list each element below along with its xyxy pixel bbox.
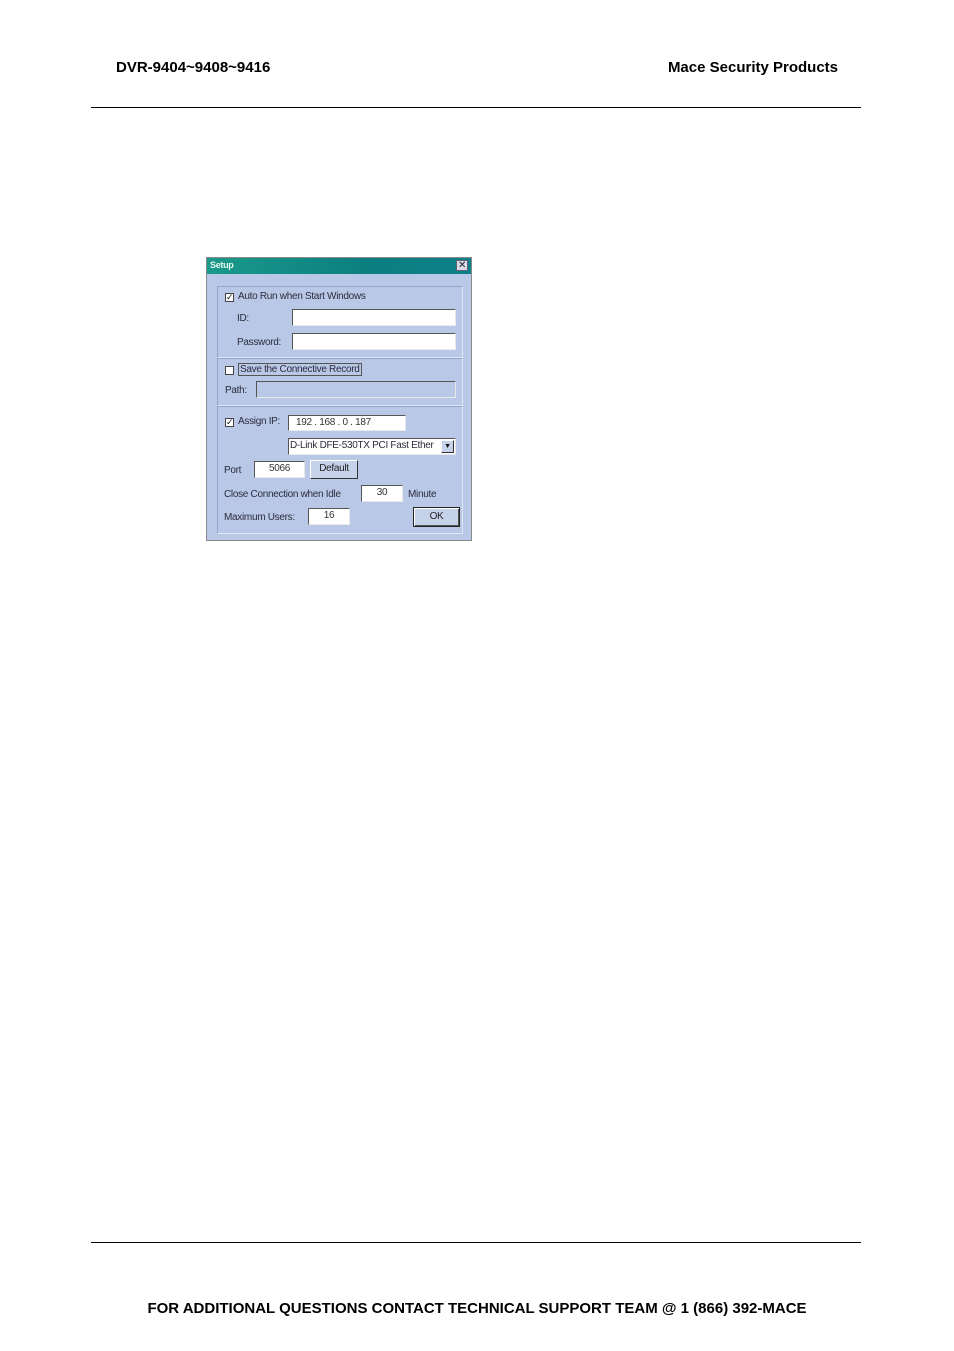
chevron-down-icon[interactable]: ▼	[441, 440, 454, 453]
auto-run-label: Auto Run when Start Windows	[238, 291, 366, 302]
password-input[interactable]	[292, 333, 456, 350]
support-contact-text: FOR ADDITIONAL QUESTIONS CONTACT TECHNIC…	[147, 1300, 807, 1317]
record-group: Save the Connective Record Path:	[217, 358, 463, 406]
id-label: ID:	[237, 313, 249, 324]
idle-minutes-input[interactable]: 30	[361, 485, 403, 502]
port-label: Port	[224, 465, 242, 476]
close-button[interactable]: ✕	[456, 260, 468, 271]
checkmark-icon: ✓	[226, 292, 234, 302]
document-model-header: DVR-9404~9408~9416	[116, 59, 271, 76]
save-record-checkbox[interactable]	[225, 366, 234, 375]
adapter-value: D-Link DFE-530TX PCI Fast Ether	[290, 440, 434, 451]
dialog-title: Setup	[210, 260, 234, 270]
support-contact-footer: FOR ADDITIONAL QUESTIONS CONTACT TECHNIC…	[0, 1300, 954, 1317]
network-adapter-select[interactable]: D-Link DFE-530TX PCI Fast Ether ▼	[288, 438, 456, 455]
checkmark-icon: ✓	[226, 417, 234, 427]
id-input[interactable]	[292, 309, 456, 326]
save-record-label: Save the Connective Record	[238, 363, 362, 376]
password-label: Password:	[237, 337, 281, 348]
path-label: Path:	[225, 385, 247, 396]
idle-unit-label: Minute	[408, 489, 437, 500]
auto-run-checkbox[interactable]: ✓	[225, 293, 234, 302]
path-input[interactable]	[256, 381, 456, 398]
port-input[interactable]: 5066	[254, 461, 305, 478]
default-button[interactable]: Default	[310, 460, 358, 479]
footer-divider	[91, 1242, 861, 1243]
assign-ip-label: Assign IP:	[238, 416, 281, 427]
setup-dialog: Setup ✕ ✓ Auto Run when Start Windows ID…	[206, 257, 472, 541]
ip-address-input[interactable]: 192 . 168 . 0 . 187	[288, 415, 406, 431]
ok-button[interactable]: OK	[413, 507, 460, 527]
max-users-label: Maximum Users:	[224, 512, 295, 523]
close-icon: ✕	[457, 260, 467, 271]
assign-ip-checkbox[interactable]: ✓	[225, 418, 234, 427]
dialog-titlebar[interactable]: Setup ✕	[207, 258, 471, 274]
max-users-input[interactable]: 16	[308, 508, 350, 525]
idle-label: Close Connection when Idle	[224, 489, 341, 500]
network-group: ✓ Assign IP: 192 . 168 . 0 . 187 D-Link …	[217, 406, 463, 534]
auto-run-group: ✓ Auto Run when Start Windows ID: Passwo…	[217, 286, 463, 358]
document-company-header: Mace Security Products	[667, 59, 838, 76]
header-divider	[91, 107, 861, 108]
